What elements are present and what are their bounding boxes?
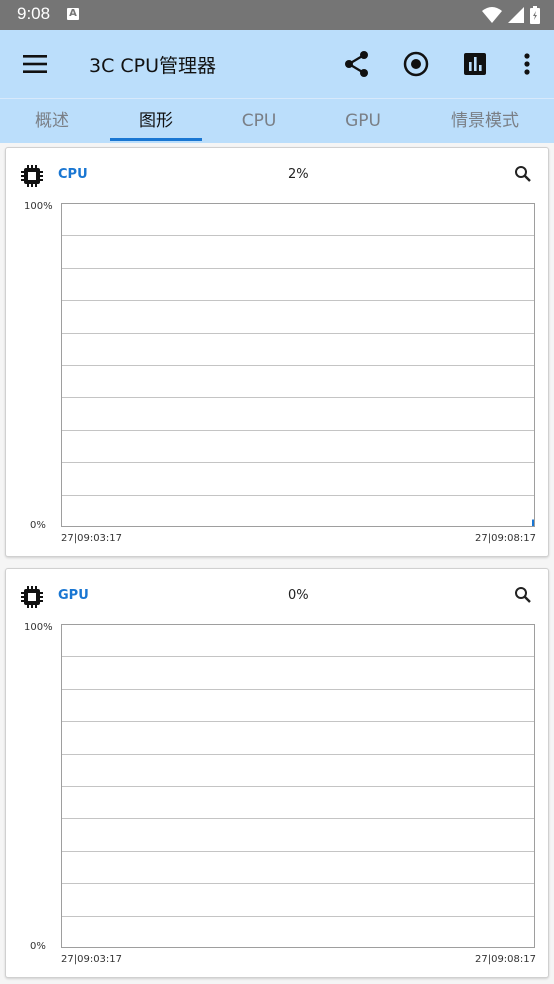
x-axis-start-label: 27|09:03:17 xyxy=(61,954,123,965)
tab-bar: 概述 图形 CPU GPU 情景模式 xyxy=(0,98,554,143)
x-axis-end-label: 27|09:08:17 xyxy=(474,533,536,544)
graph-title: CPU xyxy=(58,167,88,182)
gpu-graph-card: GPU 0% 100% 0% 27|09:03:17 27|09:08:17 xyxy=(5,568,549,978)
status-time: 9:08 xyxy=(17,4,51,23)
status-bar: 9:08 A xyxy=(0,0,554,30)
x-axis-end-label: 27|09:08:17 xyxy=(474,954,536,965)
search-icon[interactable] xyxy=(514,586,532,604)
graph-title: GPU xyxy=(58,588,89,603)
y-axis-min-label: 0% xyxy=(30,941,46,952)
system-icons xyxy=(482,6,540,24)
app-title: 3C CPU管理器 xyxy=(89,55,217,77)
tab-profiles[interactable]: 情景模式 xyxy=(416,99,554,143)
more-vert-icon[interactable] xyxy=(512,49,542,79)
graph-value: 0% xyxy=(288,588,309,603)
tab-indicator xyxy=(110,138,202,141)
graph-value: 2% xyxy=(288,167,309,182)
y-axis-min-label: 0% xyxy=(30,520,46,531)
wifi-icon xyxy=(482,7,502,23)
tab-overview[interactable]: 概述 xyxy=(0,99,104,143)
tab-gpu[interactable]: GPU xyxy=(310,99,416,143)
cpu-graph-card: CPU 2% 100% 0% 27|09:03:17 27|09:08:17 xyxy=(5,147,549,557)
y-axis-max-label: 100% xyxy=(24,201,53,212)
x-axis-start-label: 27|09:03:17 xyxy=(61,533,123,544)
chip-icon xyxy=(21,165,43,187)
notification-a-icon: A xyxy=(67,8,79,20)
share-icon[interactable] xyxy=(342,49,372,79)
gpu-plot-area xyxy=(61,624,535,948)
signal-icon xyxy=(508,7,524,23)
usage-bar xyxy=(532,519,534,526)
cpu-plot-area xyxy=(61,203,535,527)
tab-graph[interactable]: 图形 xyxy=(104,99,208,143)
search-icon[interactable] xyxy=(514,165,532,183)
battery-icon xyxy=(530,6,540,24)
record-icon[interactable] xyxy=(401,49,431,79)
menu-icon[interactable] xyxy=(22,52,48,76)
chart-icon[interactable] xyxy=(460,49,490,79)
tab-cpu[interactable]: CPU xyxy=(208,99,310,143)
y-axis-max-label: 100% xyxy=(24,622,53,633)
app-bar: 3C CPU管理器 xyxy=(0,30,554,98)
chip-icon xyxy=(21,586,43,608)
